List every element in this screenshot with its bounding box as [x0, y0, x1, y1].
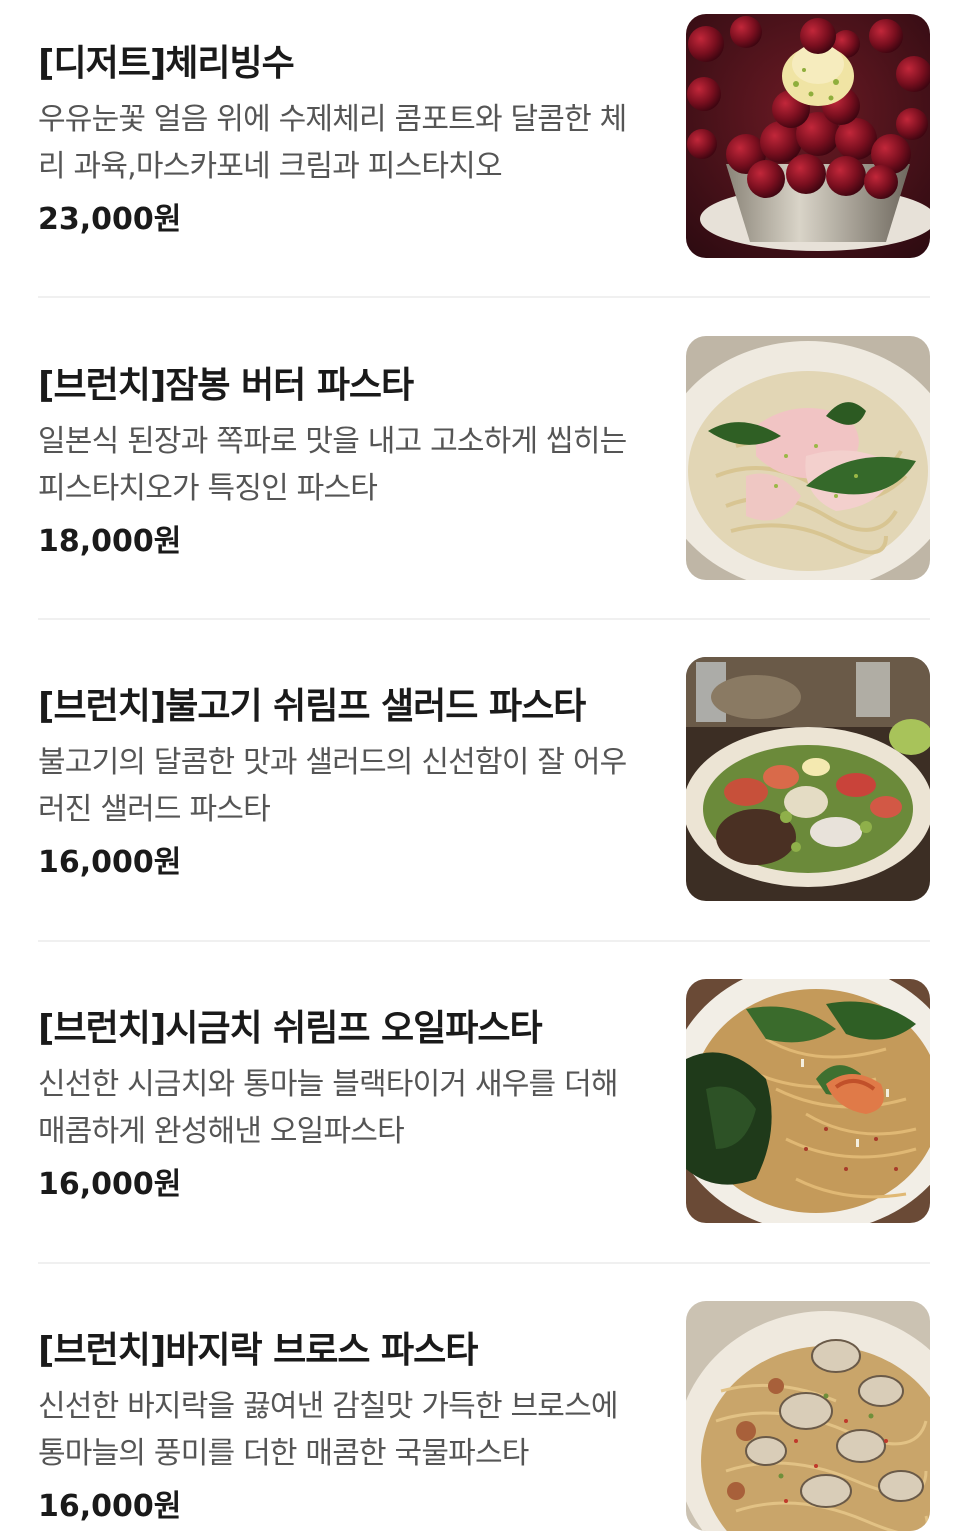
cherry-bingsu-photo[interactable]	[686, 14, 930, 258]
salad-pasta-illustration	[686, 657, 930, 901]
menu-item-description: 신선한 시금치와 통마늘 블랙타이거 새우를 더해 매콤하게 완성해낸 오일파스…	[38, 1067, 618, 1149]
menu-item-description: 불고기의 달콤한 맛과 샐러드의 신선함이 잘 어우러진 샐러드 파스타	[38, 745, 627, 827]
divider	[38, 940, 930, 942]
menu-item[interactable]: [디저트]체리빙수 우유눈꽃 얼음 위에 수제체리 콤포트와 달콤한 체리 과육…	[38, 14, 930, 258]
menu-item-title: [브런치]시금치 쉬림프 오일파스타	[38, 1008, 543, 1049]
menu-item-price: 16,000원	[38, 1167, 182, 1202]
menu-item[interactable]: [브런치]바지락 브로스 파스타 신선한 바지락을 끓여낸 감칠맛 가득한 브로…	[38, 1301, 930, 1531]
oil-pasta-illustration	[686, 979, 930, 1223]
menu-item-price: 18,000원	[38, 524, 182, 559]
menu-item-title: [브런치]바지락 브로스 파스타	[38, 1330, 478, 1371]
spinach-shrimp-oil-pasta-photo[interactable]	[686, 979, 930, 1223]
jambon-pasta-illustration	[686, 336, 930, 580]
menu-list: [디저트]체리빙수 우유눈꽃 얼음 위에 수제체리 콤포트와 달콤한 체리 과육…	[0, 0, 966, 1531]
cherry-bingsu-illustration	[686, 14, 930, 258]
menu-item[interactable]: [브런치]불고기 쉬림프 샐러드 파스타 불고기의 달콤한 맛과 샐러드의 신선…	[38, 657, 930, 901]
divider	[38, 618, 930, 620]
menu-item-title: [브런치]불고기 쉬림프 샐러드 파스타	[38, 686, 586, 727]
menu-item-description: 신선한 바지락을 끓여낸 감칠맛 가득한 브로스에 통마늘의 풍미를 더한 매콤…	[38, 1389, 618, 1471]
divider	[38, 1262, 930, 1264]
menu-item-description: 일본식 된장과 쪽파로 맛을 내고 고소하게 씹히는 피스타치오가 특징인 파스…	[38, 424, 627, 506]
menu-item[interactable]: [브런치]잠봉 버터 파스타 일본식 된장과 쪽파로 맛을 내고 고소하게 씹히…	[38, 336, 930, 580]
clam-pasta-illustration	[686, 1301, 930, 1531]
menu-item-price: 23,000원	[38, 202, 182, 237]
divider	[38, 296, 930, 298]
clam-broth-pasta-photo[interactable]	[686, 1301, 930, 1531]
menu-item-price: 16,000원	[38, 845, 182, 880]
menu-item[interactable]: [브런치]시금치 쉬림프 오일파스타 신선한 시금치와 통마늘 블랙타이거 새우…	[38, 979, 930, 1223]
jambon-butter-pasta-photo[interactable]	[686, 336, 930, 580]
menu-item-title: [브런치]잠봉 버터 파스타	[38, 365, 414, 406]
menu-item-title: [디저트]체리빙수	[38, 43, 295, 84]
bulgogi-shrimp-salad-pasta-photo[interactable]	[686, 657, 930, 901]
menu-item-price: 16,000원	[38, 1489, 182, 1524]
menu-item-description: 우유눈꽃 얼음 위에 수제체리 콤포트와 달콤한 체리 과육,마스카포네 크림과…	[38, 102, 627, 184]
